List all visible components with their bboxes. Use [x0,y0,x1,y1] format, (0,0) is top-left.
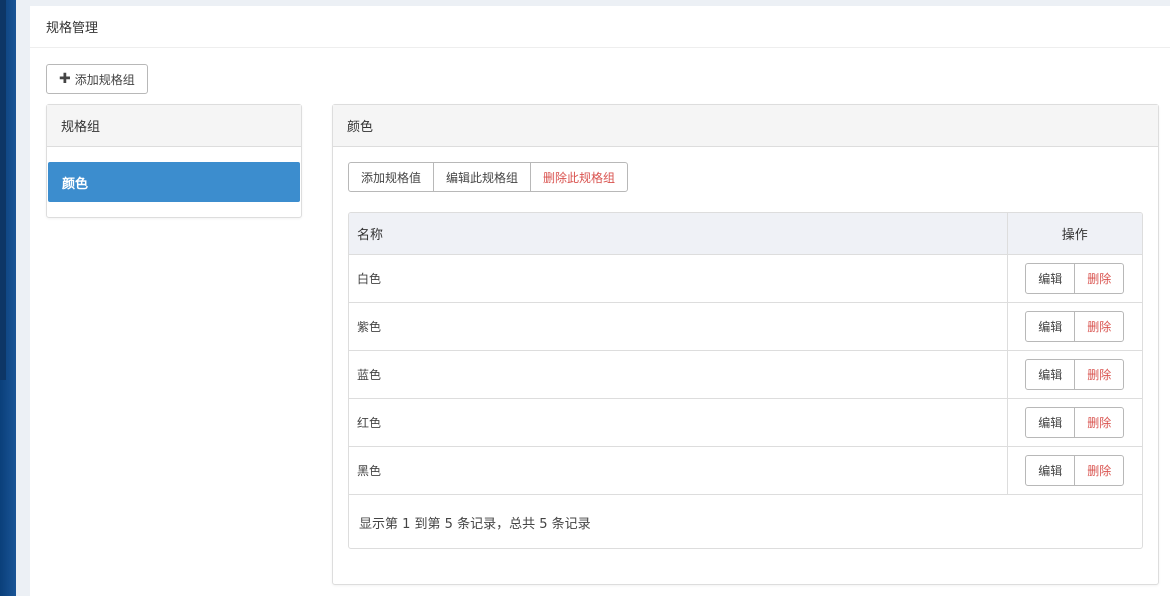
spec-group-panel-title: 规格组 [47,105,301,147]
spec-detail-panel: 颜色 添加规格值 编辑此规格组 删除此规格组 名称 操作 白色 编辑 删除 紫色… [332,104,1159,585]
delete-row-button[interactable]: 删除 [1074,262,1125,294]
pagination-info: 显示第 1 到第 5 条记录，总共 5 条记录 [359,516,591,532]
delete-row-button[interactable]: 删除 [1074,454,1125,486]
row-ops: 编辑 删除 [1006,446,1142,495]
add-spec-group-label: 添加规格组 [74,72,135,87]
delete-row-button[interactable]: 删除 [1074,406,1125,438]
edit-row-button[interactable]: 编辑 [1025,310,1076,342]
row-ops: 编辑 删除 [1006,350,1142,399]
row-actions: 编辑 删除 [1025,262,1125,294]
sidebar-edge-shade [0,0,6,380]
page-title-bar: 规格管理 [30,6,1170,48]
spec-group-item-label: 颜色 [62,176,89,192]
edit-row-button[interactable]: 编辑 [1025,262,1076,294]
row-name: 蓝色 [349,350,1007,399]
page-title: 规格管理 [46,21,99,36]
delete-row-button[interactable]: 删除 [1074,358,1125,390]
row-name: 红色 [349,398,1007,447]
column-header-ops: 操作 [1006,213,1142,255]
sidebar-edge [0,0,16,596]
spec-detail-panel-title: 颜色 [333,105,1158,147]
main-content: 规格管理 ✚ 添加规格组 规格组 颜色 颜色 添加规格值 编辑此规格组 删除此规… [30,6,1170,596]
edit-row-button[interactable]: 编辑 [1025,454,1076,486]
table-header-row: 名称 操作 [349,213,1142,255]
row-ops: 编辑 删除 [1006,302,1142,351]
row-actions: 编辑 删除 [1025,310,1125,342]
table-row: 黑色 编辑 删除 [349,446,1142,495]
row-ops: 编辑 删除 [1006,398,1142,447]
column-header-name: 名称 [349,213,1007,255]
row-actions: 编辑 删除 [1025,406,1125,438]
toolbar: ✚ 添加规格组 [46,64,148,94]
spec-values-table: 名称 操作 白色 编辑 删除 紫色 编辑 删除 蓝色 编辑 删除 红色 编辑 删… [348,212,1143,549]
row-actions: 编辑 删除 [1025,454,1125,486]
row-name: 黑色 [349,446,1007,495]
edit-spec-group-button[interactable]: 编辑此规格组 [433,162,532,192]
row-name: 紫色 [349,302,1007,351]
spec-group-actions: 添加规格值 编辑此规格组 删除此规格组 [348,162,629,192]
delete-spec-group-button[interactable]: 删除此规格组 [530,162,629,192]
edit-row-button[interactable]: 编辑 [1025,358,1076,390]
add-spec-value-button[interactable]: 添加规格值 [348,162,435,192]
delete-row-button[interactable]: 删除 [1074,310,1125,342]
table-row: 白色 编辑 删除 [349,254,1142,303]
spec-group-item-color[interactable]: 颜色 [48,162,300,202]
table-row: 蓝色 编辑 删除 [349,350,1142,399]
row-name: 白色 [349,254,1007,303]
add-spec-group-button[interactable]: ✚ 添加规格组 [46,64,148,94]
plus-icon: ✚ [59,71,71,87]
row-ops: 编辑 删除 [1006,254,1142,303]
table-row: 紫色 编辑 删除 [349,302,1142,351]
edit-row-button[interactable]: 编辑 [1025,406,1076,438]
spec-group-panel: 规格组 颜色 [46,104,302,218]
row-actions: 编辑 删除 [1025,358,1125,390]
table-row: 红色 编辑 删除 [349,398,1142,447]
